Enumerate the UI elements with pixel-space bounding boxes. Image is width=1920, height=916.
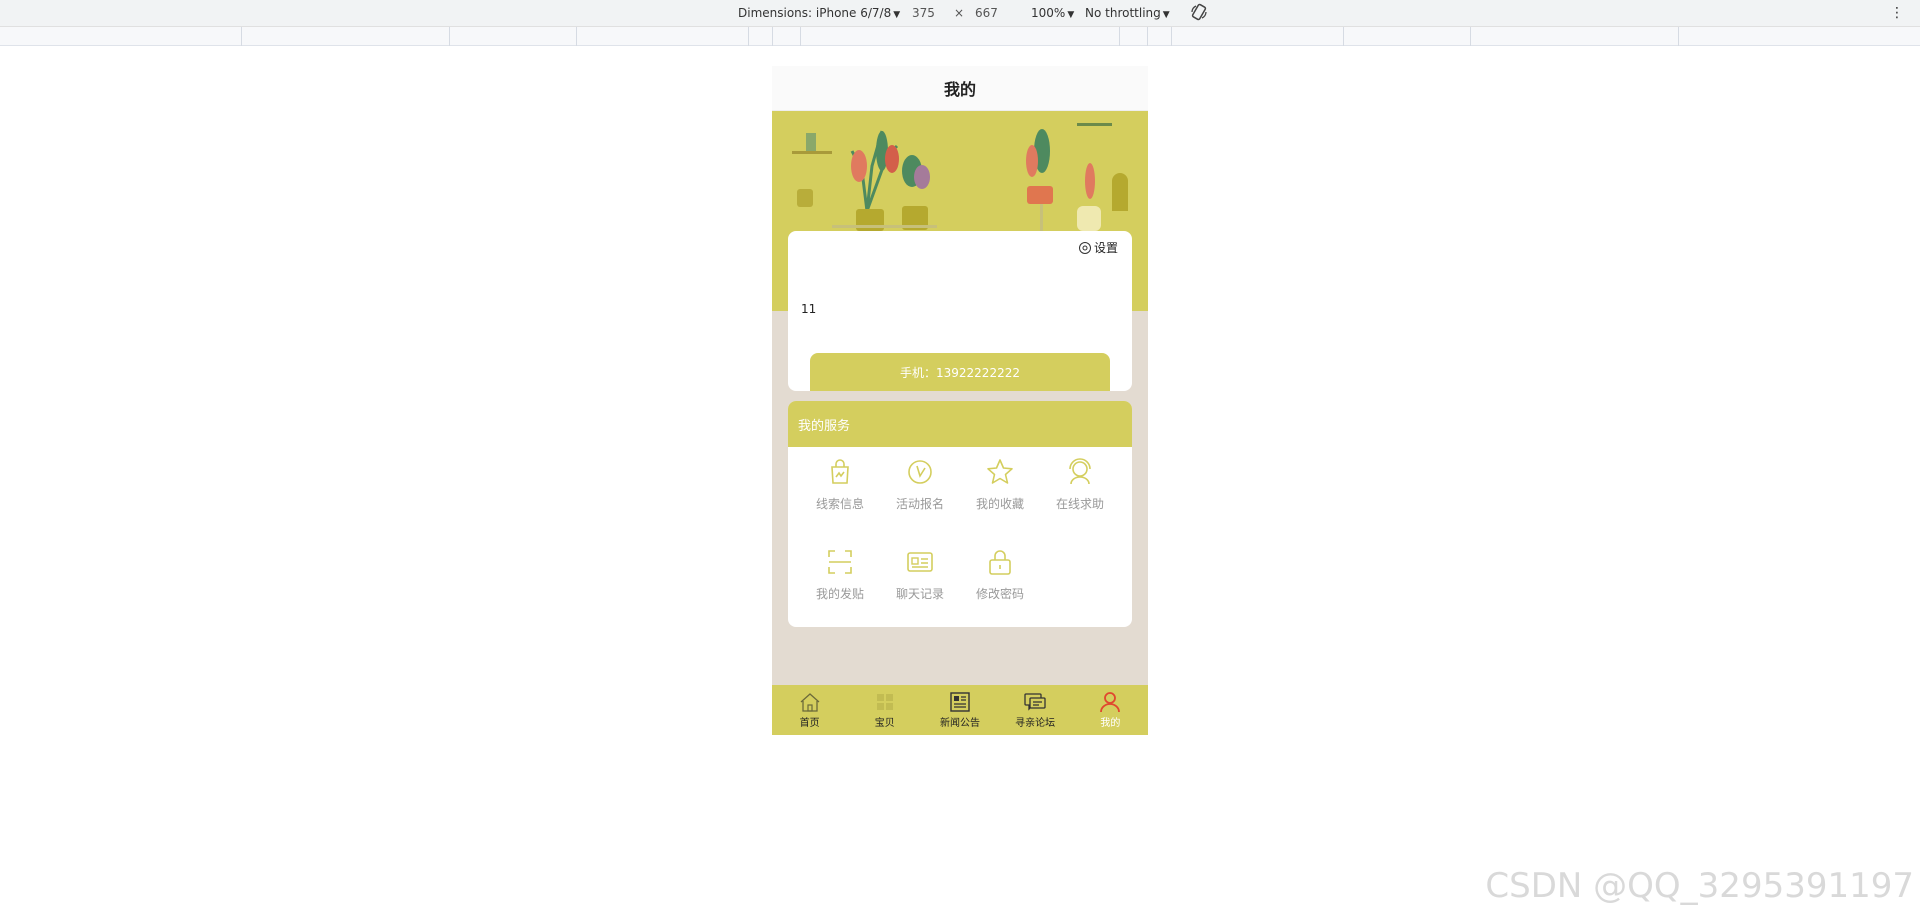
device-dropdown[interactable]: Dimensions: iPhone 6/7/8 ▼ [738,6,900,20]
page-title: 我的 [772,66,1148,111]
star-icon [987,459,1013,484]
settings-button[interactable]: 设置 [1078,239,1118,256]
clock-icon [908,460,932,484]
home-icon [800,693,820,712]
service-label: 修改密码 [975,587,1024,601]
grid-icon [876,694,893,710]
watermark: CSDN @QQ_3295391197 [1485,866,1914,906]
bottom-tab-bar: 首页 宝贝 新闻公告 寻亲论坛 我的 [772,685,1148,735]
tab-home[interactable]: 首页 [772,691,847,729]
services-panel: 我的服务 线索信息 活动报名 我的收藏 在线求助 我的发贴 聊天记录 修改密码 [788,401,1132,627]
scan-icon [828,550,852,574]
bag-icon [831,459,849,484]
tab-label: 新闻公告 [939,718,980,729]
tab-label: 我的 [1100,718,1121,729]
throttling-dropdown[interactable]: No throttling ▼ [1085,6,1170,20]
tab-label: 宝贝 [874,718,895,729]
tab-forum[interactable]: 寻亲论坛 [998,691,1073,729]
tab-treasure[interactable]: 宝贝 [847,691,922,729]
services-title: 我的服务 [788,401,1132,447]
service-label: 我的收藏 [975,497,1024,511]
chevron-down-icon: ▼ [1067,10,1075,20]
plants-illustration [792,123,1128,231]
service-clue-info[interactable]: 线索信息 [800,453,880,533]
headset-icon [1069,458,1091,485]
username: 11 [801,302,817,316]
tab-mine[interactable]: 我的 [1073,691,1148,729]
service-label: 我的发贴 [815,587,864,601]
rotate-button[interactable] [1190,3,1208,24]
times-sign: × [954,6,965,20]
chevron-down-icon: ▼ [893,10,901,20]
width-input[interactable]: 375 [912,6,935,20]
user-icon [1100,692,1121,713]
service-label: 活动报名 [895,497,944,511]
service-online-help[interactable]: 在线求助 [1040,453,1120,533]
service-activity-signup[interactable]: 活动报名 [880,453,960,533]
height-input[interactable]: 667 [975,6,998,20]
id-card-icon [907,552,933,572]
phone-number-badge: 手机：13922222222 [810,353,1110,391]
tab-news[interactable]: 新闻公告 [922,691,997,729]
service-label: 线索信息 [815,497,864,511]
rotate-icon [1191,3,1207,21]
mobile-viewport: 我的 设置 11 手机：13922222222 我的服务 线索信息 活动报名 我… [772,66,1148,735]
service-label: 在线求助 [1055,497,1104,511]
chat-icon [1024,693,1046,711]
service-label: 聊天记录 [895,587,944,601]
devtools-toolbar: Dimensions: iPhone 6/7/8 ▼ 375 × 667 100%… [0,0,1920,27]
gear-icon [1078,241,1091,254]
service-change-password[interactable]: 修改密码 [960,543,1040,623]
settings-label: 设置 [1093,241,1118,255]
newspaper-icon [950,692,970,712]
tab-label: 首页 [799,718,820,729]
more-options-icon[interactable]: ⋮ [1890,5,1904,21]
service-my-posts[interactable]: 我的发贴 [800,543,880,623]
service-favorites[interactable]: 我的收藏 [960,453,1040,533]
tab-label: 寻亲论坛 [1015,718,1056,729]
service-chat-history[interactable]: 聊天记录 [880,543,960,623]
profile-card: 设置 11 手机：13922222222 [788,231,1132,391]
chevron-down-icon: ▼ [1162,10,1170,20]
zoom-dropdown[interactable]: 100% ▼ [1031,6,1074,20]
media-query-ruler [0,27,1920,46]
lock-icon [989,550,1011,575]
